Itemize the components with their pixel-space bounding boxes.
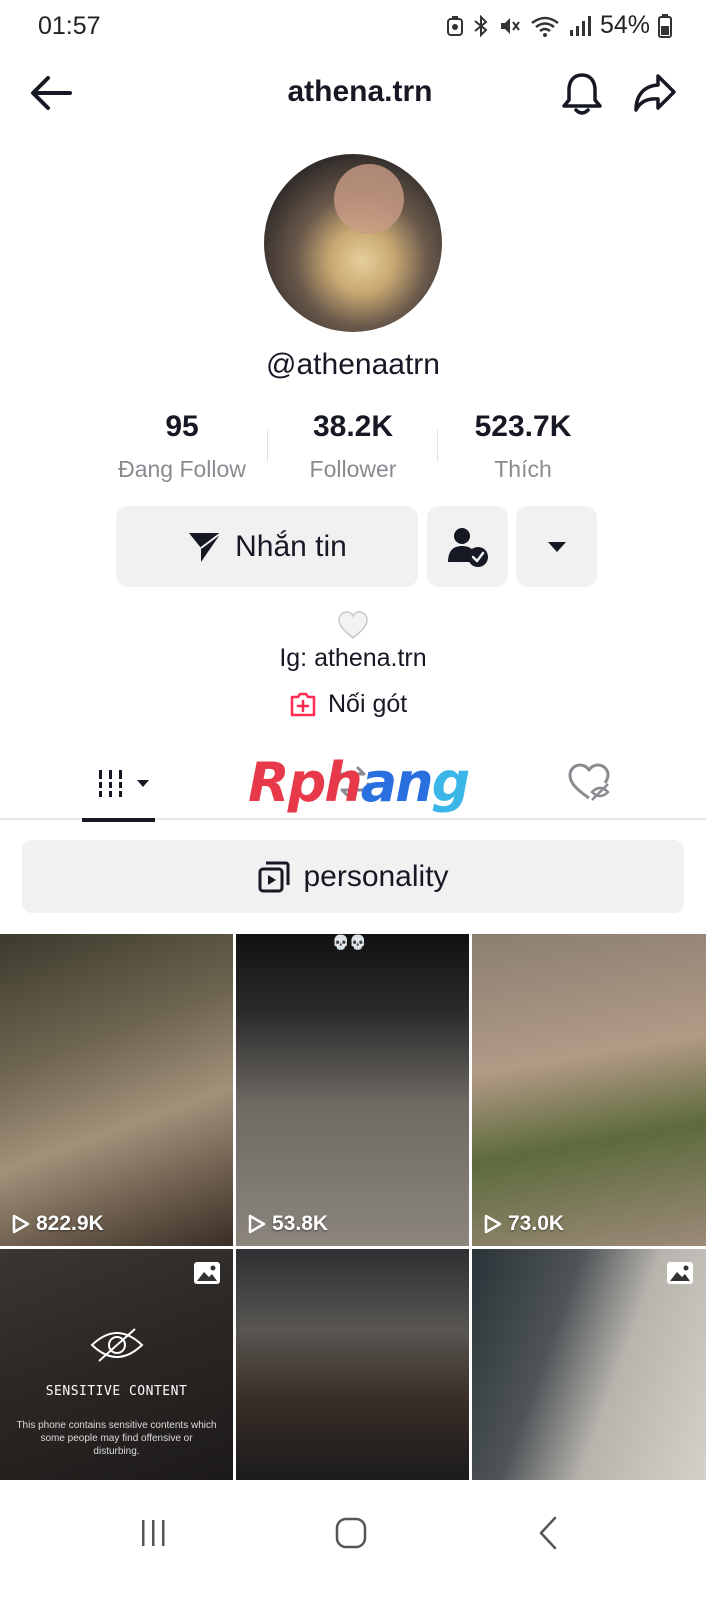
battery-icon bbox=[658, 13, 672, 38]
avatar[interactable] bbox=[264, 154, 442, 332]
home-button[interactable] bbox=[326, 1508, 376, 1558]
following-count: 95 bbox=[165, 410, 199, 443]
alarm-icon bbox=[446, 15, 463, 36]
followers-stat[interactable]: 38.2K Follower bbox=[268, 410, 438, 483]
tab-liked-private[interactable] bbox=[566, 762, 612, 804]
sensitive-content-overlay: SENSITIVE CONTENT This phone contains se… bbox=[0, 1325, 233, 1458]
mute-icon bbox=[500, 17, 520, 34]
suggested-accounts-button[interactable] bbox=[516, 506, 597, 587]
signal-icon bbox=[569, 15, 591, 36]
video-thumbnail[interactable] bbox=[236, 1249, 469, 1480]
view-count: 73.0K bbox=[484, 1212, 564, 1236]
message-button-label: Nhắn tin bbox=[235, 529, 347, 563]
plus-square-icon bbox=[290, 692, 316, 716]
caption-text: 💀💀 bbox=[332, 934, 367, 950]
play-outline-icon bbox=[248, 1214, 266, 1234]
notification-button[interactable] bbox=[560, 70, 604, 116]
add-yours-label: Nối gót bbox=[328, 690, 408, 718]
play-outline-icon bbox=[484, 1214, 502, 1234]
eye-off-icon bbox=[90, 1328, 143, 1362]
back-nav-button[interactable] bbox=[524, 1508, 574, 1558]
likes-count: 523.7K bbox=[474, 410, 572, 443]
recent-apps-button[interactable] bbox=[128, 1508, 178, 1558]
following-stat[interactable]: 95 Đang Follow bbox=[97, 410, 267, 483]
profile-header: athena.trn bbox=[0, 60, 720, 126]
following-status-button[interactable] bbox=[427, 506, 508, 587]
photo-icon bbox=[667, 1262, 693, 1284]
battery-percent: 54% bbox=[599, 11, 650, 39]
status-time: 01:57 bbox=[38, 12, 101, 40]
view-count: 822.9K bbox=[12, 1212, 104, 1236]
bio-text: Ig: athena.trn bbox=[279, 644, 427, 672]
status-bar: 01:57 54% bbox=[0, 0, 720, 52]
user-check-icon bbox=[447, 527, 488, 567]
home-icon bbox=[335, 1517, 367, 1549]
username-handle: @athenaatrn bbox=[266, 348, 440, 381]
photo-thumbnail[interactable] bbox=[472, 1249, 706, 1480]
bluetooth-icon bbox=[474, 14, 488, 37]
add-yours-link[interactable]: Nối gót bbox=[288, 690, 407, 719]
playlist-label: personality bbox=[303, 859, 449, 893]
video-thumbnail[interactable]: 822.9K bbox=[0, 934, 233, 1246]
video-thumbnail[interactable]: 73.0K bbox=[472, 934, 706, 1246]
photo-thumbnail-sensitive[interactable]: SENSITIVE CONTENT This phone contains se… bbox=[0, 1249, 233, 1480]
playlist-icon bbox=[258, 861, 290, 892]
grid-icon bbox=[97, 770, 149, 797]
followers-label: Follower bbox=[309, 456, 397, 482]
photo-icon bbox=[194, 1262, 220, 1284]
share-icon bbox=[634, 74, 676, 112]
view-count: 53.8K bbox=[248, 1212, 328, 1236]
system-nav-bar bbox=[0, 1480, 720, 1600]
following-label: Đang Follow bbox=[118, 456, 246, 482]
chevron-left-icon bbox=[539, 1516, 557, 1550]
active-tab-indicator bbox=[82, 818, 155, 822]
wifi-icon bbox=[531, 16, 559, 37]
page-title: athena.trn bbox=[287, 75, 433, 108]
message-button[interactable]: Nhắn tin bbox=[116, 506, 418, 587]
white-heart-icon bbox=[337, 610, 369, 642]
bell-icon bbox=[562, 73, 602, 115]
sensitive-title: SENSITIVE CONTENT bbox=[45, 1384, 188, 1399]
video-thumbnail[interactable]: 💀💀 53.8K bbox=[236, 934, 469, 1246]
status-icons: 54% bbox=[446, 11, 672, 40]
likes-label: Thích bbox=[494, 456, 552, 482]
watermark-logo: Rphang bbox=[248, 751, 470, 814]
followers-count: 38.2K bbox=[312, 410, 394, 443]
tab-videos[interactable] bbox=[82, 748, 155, 822]
play-outline-icon bbox=[12, 1214, 30, 1234]
likes-stat[interactable]: 523.7K Thích bbox=[438, 410, 608, 483]
send-icon bbox=[189, 531, 222, 562]
share-button[interactable] bbox=[632, 70, 678, 116]
playlist-chip[interactable]: personality bbox=[22, 840, 684, 913]
sensitive-description: This phone contains sensitive contents w… bbox=[16, 1420, 217, 1457]
heart-hidden-icon bbox=[568, 763, 610, 801]
caret-down-icon bbox=[547, 541, 566, 552]
recent-apps-icon bbox=[142, 1520, 165, 1546]
